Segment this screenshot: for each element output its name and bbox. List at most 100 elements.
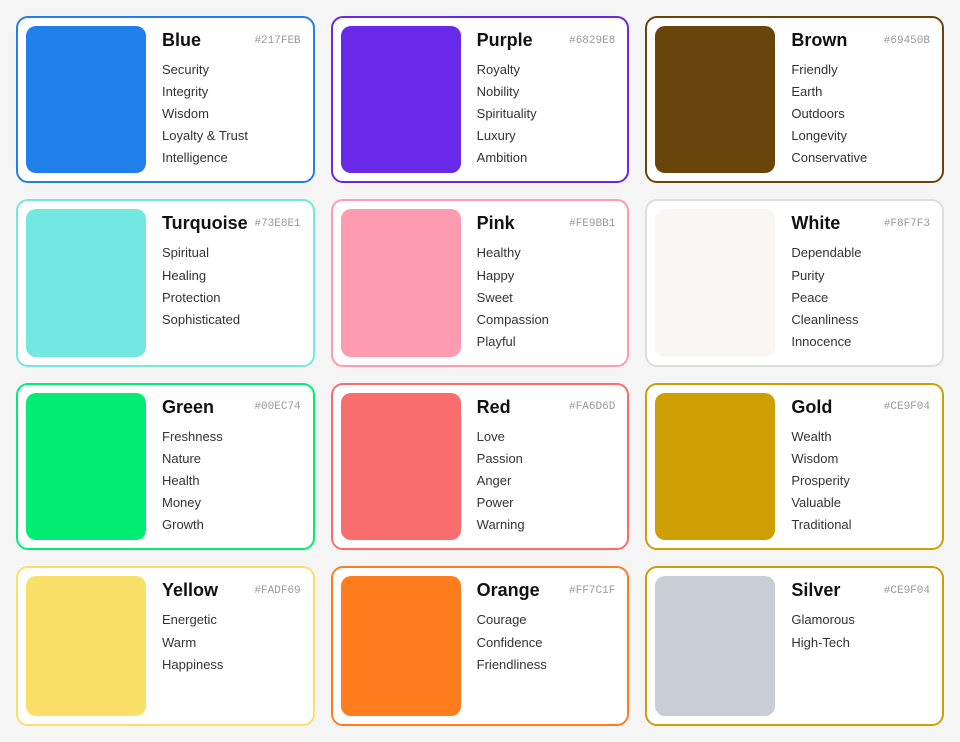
color-card-white[interactable]: White#F8F7F3DependablePurityPeaceCleanli… xyxy=(645,199,944,366)
yellow-hex: #FADF69 xyxy=(254,585,300,597)
purple-hex: #6829E8 xyxy=(569,35,615,47)
color-grid: Blue#217FEBSecurityIntegrityWisdomLoyalt… xyxy=(16,16,944,726)
blue-trait: Integrity xyxy=(162,81,301,103)
silver-trait: High-Tech xyxy=(791,632,930,654)
purple-trait: Royalty xyxy=(477,59,616,81)
green-trait: Nature xyxy=(162,448,301,470)
blue-trait: Intelligence xyxy=(162,147,301,169)
green-trait: Freshness xyxy=(162,426,301,448)
color-card-green[interactable]: Green #00EC74 FreshnessNatureHealthMoneyGr… xyxy=(16,383,315,550)
pink-name: Pink xyxy=(477,213,515,234)
pink-content: Pink #FE9BB1 HealthyHappySweetCompassionPl… xyxy=(469,201,628,364)
brown-hex: #69450B xyxy=(884,35,930,47)
purple-trait: Spirituality xyxy=(477,103,616,125)
blue-swatch xyxy=(26,26,146,173)
silver-hex: #CE9F04 xyxy=(884,585,930,597)
orange-name: Orange xyxy=(477,580,540,601)
green-trait: Money xyxy=(162,492,301,514)
color-card-yellow[interactable]: Yellow#FADF69EnergeticWarmHappiness xyxy=(16,566,315,726)
green-hex: #00EC74 xyxy=(254,401,300,413)
white-hex: #F8F7F3 xyxy=(884,218,930,230)
white-trait: Cleanliness xyxy=(791,309,930,331)
silver-content: Silver#CE9F04GlamorousHigh-Tech xyxy=(783,568,942,724)
red-content: Red#FA6D6DLovePassionAngerPowerWarning xyxy=(469,385,628,548)
pink-trait: Compassion xyxy=(477,309,616,331)
pink-trait: Sweet xyxy=(477,287,616,309)
orange-swatch xyxy=(341,576,461,716)
pink-trait: Playful xyxy=(477,331,616,353)
color-card-purple[interactable]: Purple#6829E8RoyaltyNobilitySpirituality… xyxy=(331,16,630,183)
white-trait: Peace xyxy=(791,287,930,309)
color-card-red[interactable]: Red#FA6D6DLovePassionAngerPowerWarning xyxy=(331,383,630,550)
pink-trait: Healthy xyxy=(477,242,616,264)
turquoise-hex: #73E8E1 xyxy=(254,218,300,230)
color-card-silver[interactable]: Silver#CE9F04GlamorousHigh-Tech xyxy=(645,566,944,726)
brown-trait: Longevity xyxy=(791,125,930,147)
color-card-gold[interactable]: Gold#CE9F04WealthWisdomProsperityValuabl… xyxy=(645,383,944,550)
silver-swatch xyxy=(655,576,775,716)
pink-trait: Happy xyxy=(477,265,616,287)
yellow-trait: Warm xyxy=(162,632,301,654)
brown-content: Brown#69450BFriendlyEarthOutdoorsLongevi… xyxy=(783,18,942,181)
green-name: Green xyxy=(162,397,214,418)
white-name: White xyxy=(791,213,840,234)
red-name: Red xyxy=(477,397,511,418)
blue-trait: Security xyxy=(162,59,301,81)
pink-hex: #FE9BB1 xyxy=(569,218,615,230)
gold-trait: Wisdom xyxy=(791,448,930,470)
orange-trait: Friendliness xyxy=(477,654,616,676)
red-trait: Warning xyxy=(477,514,616,536)
yellow-swatch xyxy=(26,576,146,716)
orange-trait: Courage xyxy=(477,609,616,631)
gold-hex: #CE9F04 xyxy=(884,401,930,413)
gold-swatch xyxy=(655,393,775,540)
white-trait: Innocence xyxy=(791,331,930,353)
white-swatch xyxy=(655,209,775,356)
color-card-blue[interactable]: Blue #217FEB SecurityIntegrityWisdomLoyalt… xyxy=(16,16,315,183)
turquoise-trait: Spiritual xyxy=(162,242,301,264)
orange-hex: #FF7C1F xyxy=(569,585,615,597)
brown-trait: Earth xyxy=(791,81,930,103)
blue-trait: Loyalty & Trust xyxy=(162,125,301,147)
purple-trait: Luxury xyxy=(477,125,616,147)
gold-trait: Traditional xyxy=(791,514,930,536)
gold-trait: Valuable xyxy=(791,492,930,514)
blue-hex: #217FEB xyxy=(254,35,300,47)
pink-swatch xyxy=(341,209,461,356)
turquoise-trait: Healing xyxy=(162,265,301,287)
purple-trait: Nobility xyxy=(477,81,616,103)
green-trait: Health xyxy=(162,470,301,492)
color-card-pink[interactable]: Pink #FE9BB1 HealthyHappySweetCompassionPl… xyxy=(331,199,630,366)
white-trait: Dependable xyxy=(791,242,930,264)
brown-swatch xyxy=(655,26,775,173)
green-content: Green #00EC74 FreshnessNatureHealthMoneyGr… xyxy=(154,385,313,548)
silver-name: Silver xyxy=(791,580,840,601)
red-swatch xyxy=(341,393,461,540)
yellow-trait: Happiness xyxy=(162,654,301,676)
blue-trait: Wisdom xyxy=(162,103,301,125)
green-trait: Growth xyxy=(162,514,301,536)
orange-content: Orange #FF7C1F CourageConfidenceFriendline… xyxy=(469,568,628,724)
red-trait: Power xyxy=(477,492,616,514)
gold-content: Gold#CE9F04WealthWisdomProsperityValuabl… xyxy=(783,385,942,548)
white-content: White#F8F7F3DependablePurityPeaceCleanli… xyxy=(783,201,942,364)
turquoise-name: Turquoise xyxy=(162,213,248,234)
purple-trait: Ambition xyxy=(477,147,616,169)
brown-trait: Conservative xyxy=(791,147,930,169)
brown-trait: Outdoors xyxy=(791,103,930,125)
orange-trait: Confidence xyxy=(477,632,616,654)
turquoise-swatch xyxy=(26,209,146,356)
green-swatch xyxy=(26,393,146,540)
color-card-brown[interactable]: Brown#69450BFriendlyEarthOutdoorsLongevi… xyxy=(645,16,944,183)
color-card-turquoise[interactable]: Turquoise #73E8E1 SpiritualHealingProtecti… xyxy=(16,199,315,366)
blue-name: Blue xyxy=(162,30,201,51)
turquoise-trait: Protection xyxy=(162,287,301,309)
red-trait: Anger xyxy=(477,470,616,492)
turquoise-trait: Sophisticated xyxy=(162,309,301,331)
gold-name: Gold xyxy=(791,397,832,418)
color-card-orange[interactable]: Orange #FF7C1F CourageConfidenceFriendline… xyxy=(331,566,630,726)
brown-trait: Friendly xyxy=(791,59,930,81)
gold-trait: Wealth xyxy=(791,426,930,448)
turquoise-content: Turquoise #73E8E1 SpiritualHealingProtecti… xyxy=(154,201,313,364)
yellow-name: Yellow xyxy=(162,580,218,601)
